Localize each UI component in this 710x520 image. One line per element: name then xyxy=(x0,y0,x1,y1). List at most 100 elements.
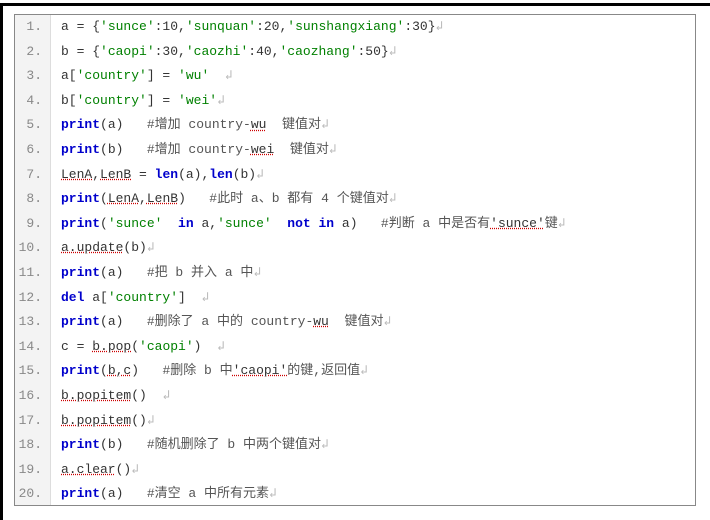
token: ↲ xyxy=(162,388,170,403)
token: len xyxy=(209,167,232,182)
token: ↲ xyxy=(389,191,397,206)
code-line: 4.b['country'] = 'wei'↲ xyxy=(15,89,695,114)
line-number: 13. xyxy=(15,310,51,335)
code-content: b['country'] = 'wei'↲ xyxy=(51,89,225,114)
line-number: 12. xyxy=(15,286,51,311)
code-content: c = b.pop('caopi') ↲ xyxy=(51,335,225,360)
token: ↲ xyxy=(131,462,139,477)
code-content: del a['country'] ↲ xyxy=(51,286,209,311)
code-line: 8.print(LenA,LenB) #此时 a、b 都有 4 个键值对↲ xyxy=(15,187,695,212)
token: ↲ xyxy=(225,68,233,83)
token: wu xyxy=(313,314,329,329)
token: del xyxy=(61,290,84,305)
line-number: 1. xyxy=(15,15,51,40)
code-content: a['country'] = 'wu' ↲ xyxy=(51,64,233,89)
token: 'wu' xyxy=(178,68,209,83)
token: #判断 a 中是否有 xyxy=(381,216,490,231)
token: b.popitem xyxy=(61,388,131,403)
token: (b) xyxy=(100,142,147,157)
token: len xyxy=(155,167,178,182)
line-number: 20. xyxy=(15,482,51,506)
code-content: a.update(b)↲ xyxy=(51,236,155,261)
token: in xyxy=(178,216,194,231)
code-line: 17.b.popitem()↲ xyxy=(15,409,695,434)
token: ↲ xyxy=(253,265,261,280)
code-editor: 1.a = {'sunce':10,'sunquan':20,'sunshang… xyxy=(14,14,696,506)
token: #增加 country- xyxy=(147,117,251,132)
token: 'sunce' xyxy=(217,216,272,231)
line-number: 7. xyxy=(15,163,51,188)
token: ( xyxy=(100,191,108,206)
token: 'sunce' xyxy=(490,216,545,231)
token: LenB xyxy=(100,167,131,182)
token: 键值对 xyxy=(274,142,329,157)
token: ( xyxy=(100,363,108,378)
line-number: 19. xyxy=(15,458,51,483)
line-number: 9. xyxy=(15,212,51,237)
code-line: 13.print(a) #删除了 a 中的 country-wu 键值对↲ xyxy=(15,310,695,335)
token: ] = xyxy=(147,93,178,108)
token: ↲ xyxy=(321,117,329,132)
token: ↲ xyxy=(436,19,444,34)
token: 'caozhang' xyxy=(279,44,357,59)
code-content: print(a) #增加 country-wu 键值对↲ xyxy=(51,113,329,138)
line-number: 10. xyxy=(15,236,51,261)
token: 键值对 xyxy=(266,117,321,132)
code-line: 14.c = b.pop('caopi') ↲ xyxy=(15,335,695,360)
token: b.popitem xyxy=(61,413,131,428)
token: a.update xyxy=(61,240,123,255)
code-content: print(b) #随机删除了 b 中两个键值对↲ xyxy=(51,433,329,458)
token: ] xyxy=(178,290,201,305)
line-number: 6. xyxy=(15,138,51,163)
token: ↲ xyxy=(147,240,155,255)
token: LenA xyxy=(108,191,139,206)
token: a = { xyxy=(61,19,100,34)
token: #删除了 a 中的 country- xyxy=(147,314,313,329)
line-number: 4. xyxy=(15,89,51,114)
token: 'sunshangxiang' xyxy=(287,19,404,34)
token: #删除 b 中 xyxy=(162,363,232,378)
code-line: 20.print(a) #清空 a 中所有元素↲ xyxy=(15,482,695,506)
token: , xyxy=(92,167,100,182)
token: ↲ xyxy=(383,314,391,329)
line-number: 2. xyxy=(15,40,51,65)
token: b.pop xyxy=(92,339,131,354)
token: 'sunquan' xyxy=(186,19,256,34)
code-line: 3.a['country'] = 'wu' ↲ xyxy=(15,64,695,89)
token: LenB xyxy=(147,191,178,206)
token: () xyxy=(131,413,147,428)
token: ↲ xyxy=(217,93,225,108)
code-line: 9.print('sunce' in a,'sunce' not in a) #… xyxy=(15,212,695,237)
token: () xyxy=(131,388,162,403)
token: (a) xyxy=(100,117,147,132)
token: 'country' xyxy=(77,93,147,108)
token: #增加 country- xyxy=(147,142,251,157)
token: ↲ xyxy=(217,339,225,354)
code-content: print(b,c) #删除 b 中'caopi'的键,返回值↲ xyxy=(51,359,368,384)
token: ↲ xyxy=(558,216,566,231)
token: in xyxy=(319,216,335,231)
token: ( xyxy=(100,216,108,231)
code-line: 18.print(b) #随机删除了 b 中两个键值对↲ xyxy=(15,433,695,458)
code-line: 5.print(a) #增加 country-wu 键值对↲ xyxy=(15,113,695,138)
token: ↲ xyxy=(147,413,155,428)
code-content: print(a) #把 b 并入 a 中↲ xyxy=(51,261,261,286)
token: print xyxy=(61,142,100,157)
token: c = xyxy=(61,339,92,354)
code-content: print(a) #清空 a 中所有元素↲ xyxy=(51,482,277,506)
code-content: b = {'caopi':30,'caozhi':40,'caozhang':5… xyxy=(51,40,397,65)
token: ) xyxy=(194,339,217,354)
token: 'country' xyxy=(77,68,147,83)
token: :10, xyxy=(155,19,186,34)
token: print xyxy=(61,314,100,329)
token: (a) xyxy=(100,265,147,280)
code-line: 2.b = {'caopi':30,'caozhi':40,'caozhang'… xyxy=(15,40,695,65)
token: wei xyxy=(251,142,274,157)
token: ( xyxy=(131,339,139,354)
token: #把 b 并入 a 中 xyxy=(147,265,254,280)
token: ↲ xyxy=(256,167,264,182)
code-content: print('sunce' in a,'sunce' not in a) #判断… xyxy=(51,212,566,237)
code-line: 6.print(b) #增加 country-wei 键值对↲ xyxy=(15,138,695,163)
token: (b) xyxy=(233,167,256,182)
token: ↲ xyxy=(360,363,368,378)
